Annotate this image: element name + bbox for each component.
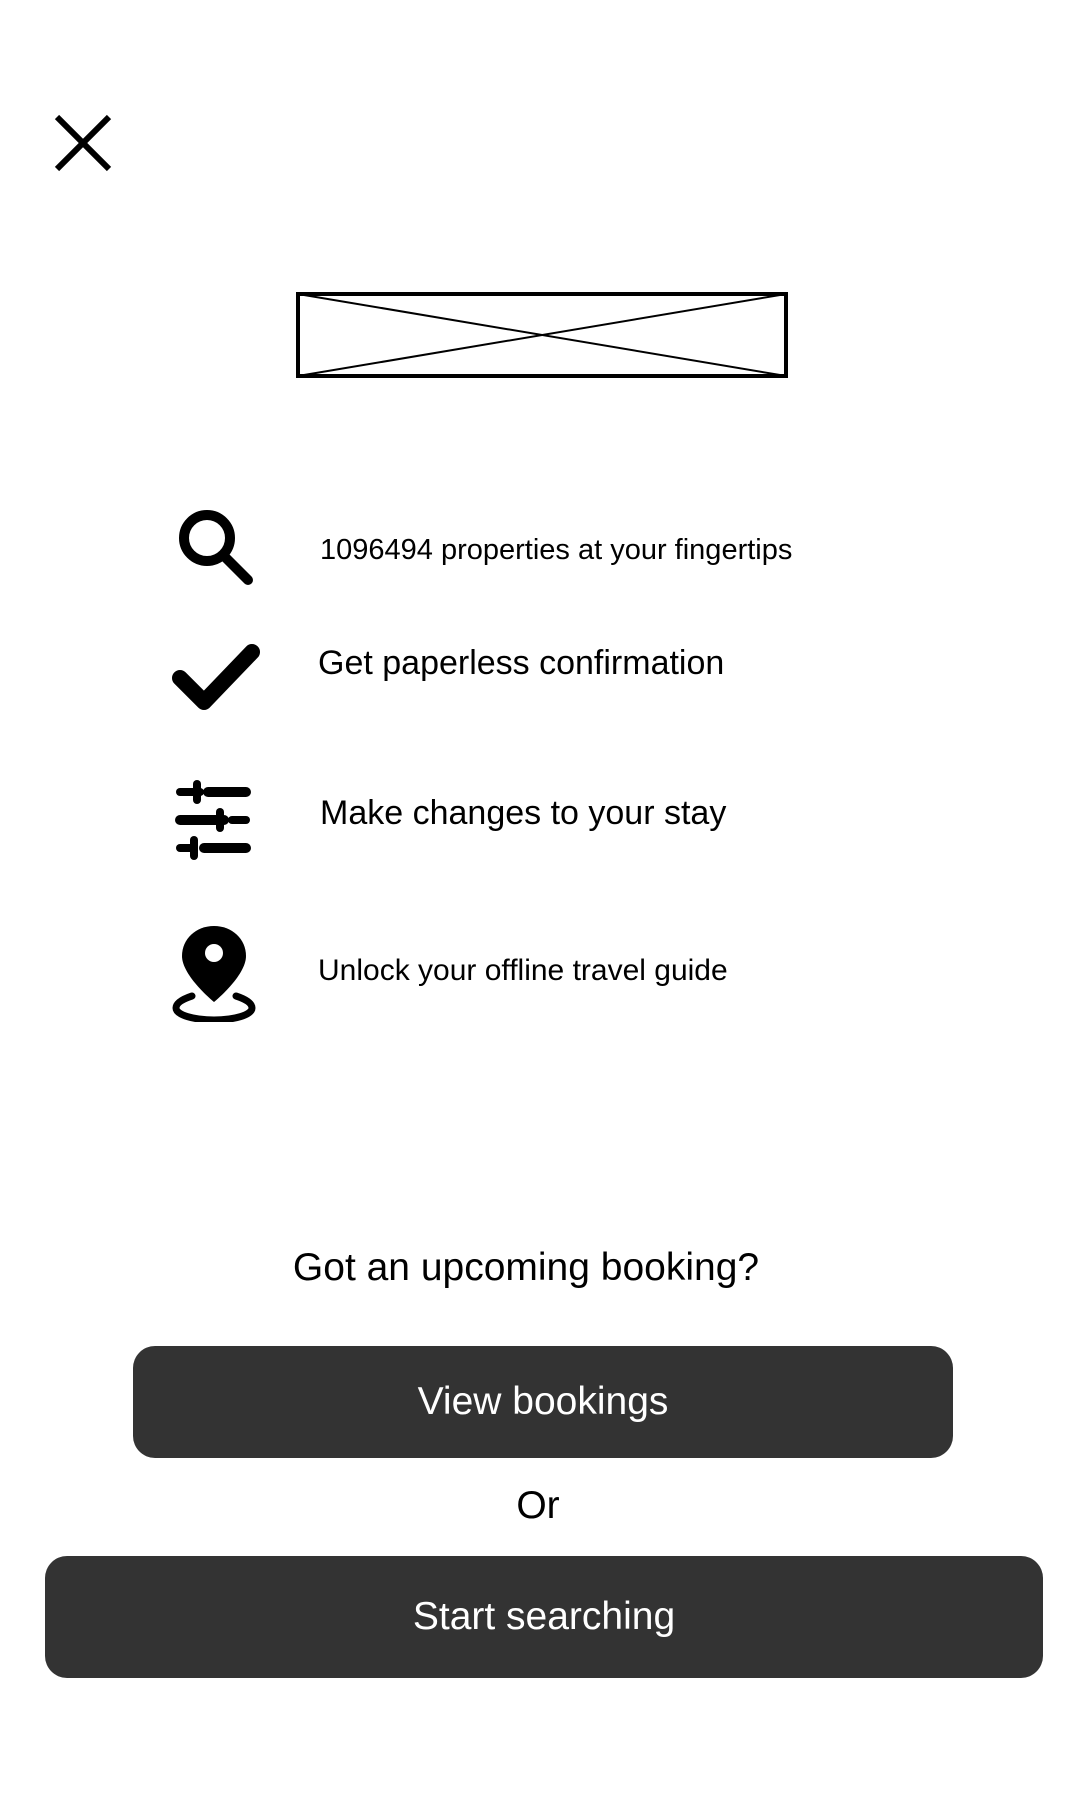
or-divider-text: Or xyxy=(516,1484,560,1527)
feature-label: Unlock your offline travel guide xyxy=(318,954,728,987)
search-icon xyxy=(170,504,260,594)
feature-label: Get paperless confirmation xyxy=(318,644,725,682)
close-icon xyxy=(54,114,112,172)
location-pin-icon xyxy=(170,920,260,1022)
feature-item-changes: Make changes to your stay xyxy=(0,776,1080,876)
feature-label: 1096494 properties at your fingertips xyxy=(320,534,793,566)
checkmark-icon xyxy=(170,632,260,722)
booking-prompt: Got an upcoming booking? xyxy=(292,1246,760,1289)
start-searching-button[interactable]: Start searching xyxy=(45,1556,1043,1678)
view-bookings-button[interactable]: View bookings xyxy=(133,1346,953,1458)
feature-label: Make changes to your stay xyxy=(320,794,727,832)
close-button[interactable] xyxy=(48,108,118,178)
feature-item-travel-guide: Unlock your offline travel guide xyxy=(0,920,1080,1022)
feature-item-properties: 1096494 properties at your fingertips xyxy=(0,504,1080,604)
logo-placeholder xyxy=(296,292,788,378)
feature-item-confirmation: Get paperless confirmation xyxy=(0,632,1080,732)
image-placeholder-icon xyxy=(296,292,788,378)
sliders-icon xyxy=(170,776,260,866)
